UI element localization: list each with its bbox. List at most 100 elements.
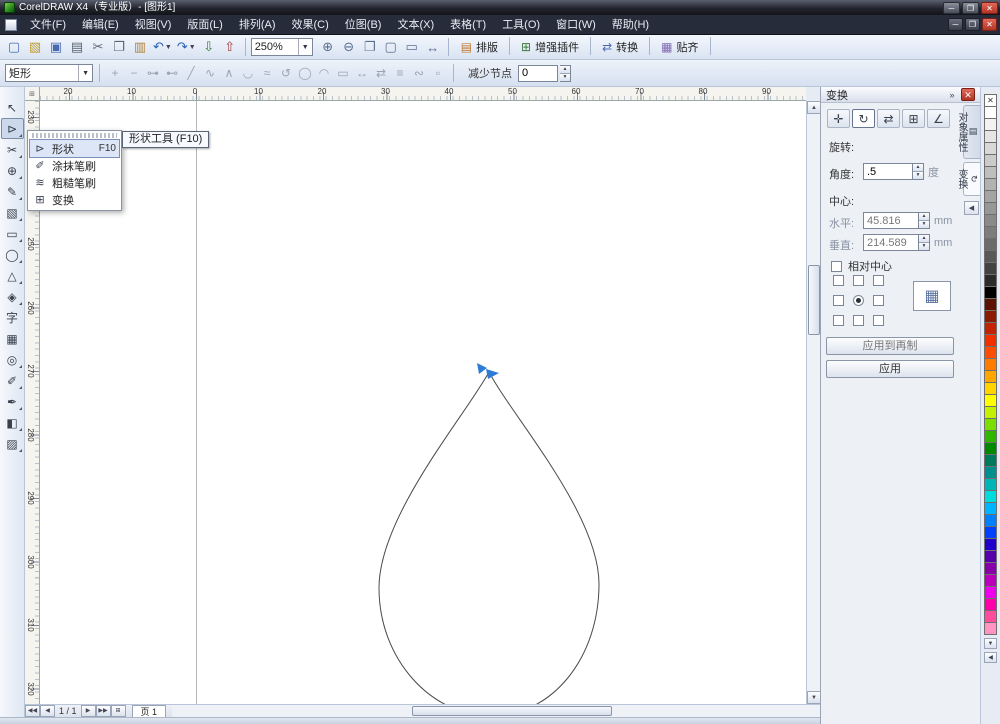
doc-close-button[interactable]: ✕: [982, 18, 997, 31]
zoom-selected-button[interactable]: ❐: [360, 37, 380, 57]
prev-page-button[interactable]: ◀: [40, 705, 55, 717]
print-button[interactable]: ▤: [67, 37, 87, 57]
shape-tool[interactable]: ⊳: [1, 118, 24, 139]
chevron-down-icon[interactable]: ▼: [165, 44, 172, 51]
transform-tab-position[interactable]: ✛: [827, 109, 850, 128]
menu-item-9[interactable]: 工具(O): [494, 15, 548, 35]
center-h-spinner[interactable]: ▲▼: [919, 212, 930, 229]
docker-side-tab-1[interactable]: ↻变换: [963, 162, 980, 196]
ellipse-tool[interactable]: ◯: [1, 244, 24, 265]
vertical-scrollbar[interactable]: ▲ ▼: [806, 101, 820, 704]
outline-tool[interactable]: ✒: [1, 391, 24, 412]
horizontal-scrollbar[interactable]: [172, 705, 820, 718]
close-button[interactable]: ✕: [981, 2, 998, 14]
apply-to-duplicate-button[interactable]: 应用到再制: [826, 337, 954, 355]
flyout-grip[interactable]: [32, 133, 117, 138]
zoom-level-combo[interactable]: 250% ▼: [251, 38, 313, 56]
menu-item-3[interactable]: 版面(L): [179, 15, 230, 35]
pick-tool[interactable]: ↖: [1, 97, 24, 118]
docker-side-tab-0[interactable]: ▤对象属性: [963, 105, 980, 159]
add-page-button[interactable]: ⊞: [111, 705, 126, 717]
first-page-button[interactable]: ◀◀: [25, 705, 40, 717]
anchor-top-right[interactable]: [873, 275, 884, 286]
scroll-up-icon[interactable]: ▲: [807, 101, 821, 114]
restore-button[interactable]: ❐: [962, 2, 979, 14]
flyout-item-2[interactable]: ≋粗糙笔刷: [30, 174, 119, 191]
palette-flyout-icon[interactable]: ◀: [984, 652, 997, 663]
interactive-blend-tool[interactable]: ◎: [1, 349, 24, 370]
chevron-down-icon[interactable]: ▼: [189, 44, 196, 51]
crop-tool[interactable]: ✂: [1, 139, 24, 160]
eyedropper-tool[interactable]: ✐: [1, 370, 24, 391]
page-tab[interactable]: 页 1: [132, 705, 167, 718]
rotate-nodes-button[interactable]: ⇄: [372, 64, 390, 82]
symmetrical-node-button[interactable]: ≈: [258, 64, 276, 82]
vertical-scroll-thumb[interactable]: [808, 265, 820, 335]
cut-button[interactable]: ✂: [88, 37, 108, 57]
extend-curve-button[interactable]: ▭: [334, 64, 352, 82]
reduce-nodes-spinner[interactable]: ▲▼: [560, 65, 571, 82]
transform-tab-skew[interactable]: ∠: [927, 109, 950, 128]
transform-tab-scale-mirror[interactable]: ⇄: [877, 109, 900, 128]
break-curve-button[interactable]: ⊷: [163, 64, 181, 82]
add-node-button[interactable]: +: [106, 64, 124, 82]
layout-button[interactable]: ▤排版: [454, 37, 505, 57]
join-nodes-button[interactable]: ⊶: [144, 64, 162, 82]
anchor-top-left[interactable]: [833, 275, 844, 286]
convert-button[interactable]: ⇄转换: [595, 37, 645, 57]
apply-button[interactable]: 应用: [826, 360, 954, 378]
transform-tab-size[interactable]: ⊞: [902, 109, 925, 128]
menu-item-0[interactable]: 文件(F): [22, 15, 74, 35]
menu-item-1[interactable]: 编辑(E): [74, 15, 127, 35]
palette-scroll-down-icon[interactable]: ▼: [984, 638, 997, 649]
export-button[interactable]: ⇧: [220, 37, 240, 57]
doc-restore-button[interactable]: ❐: [965, 18, 980, 31]
zoom-tool[interactable]: ⊕: [1, 160, 24, 181]
zoom-all-objects-button[interactable]: ▢: [381, 37, 401, 57]
anchor-right[interactable]: [873, 295, 884, 306]
anchor-left[interactable]: [833, 295, 844, 306]
snap-button[interactable]: ▦贴齐: [654, 37, 705, 57]
undo-button[interactable]: ↶▼: [151, 37, 174, 57]
select-all-nodes-button[interactable]: ▫: [429, 64, 447, 82]
anchor-top[interactable]: [853, 275, 864, 286]
convert-to-curve-button[interactable]: ∿: [201, 64, 219, 82]
last-page-button[interactable]: ▶▶: [96, 705, 111, 717]
anchor-grid-icon[interactable]: ▦: [913, 281, 951, 311]
docker-close-icon[interactable]: ✕: [961, 88, 975, 101]
zoom-width-button[interactable]: ↔: [423, 37, 443, 57]
plugins-button[interactable]: ⊞增强插件: [514, 37, 586, 57]
redo-button[interactable]: ↷▼: [175, 37, 198, 57]
polygon-tool[interactable]: △: [1, 265, 24, 286]
open-button[interactable]: ▧: [25, 37, 45, 57]
ruler-origin-button[interactable]: ⊞: [25, 87, 40, 101]
docker-collapse-icon[interactable]: ◀: [964, 201, 979, 215]
close-curve-button[interactable]: ◯: [296, 64, 314, 82]
fill-tool[interactable]: ◧: [1, 412, 24, 433]
zoom-in-button[interactable]: ⊕: [318, 37, 338, 57]
elastic-mode-button[interactable]: ∾: [410, 64, 428, 82]
horizontal-ruler[interactable]: 20100102030405060708090: [40, 87, 806, 101]
delete-node-button[interactable]: −: [125, 64, 143, 82]
zoom-page-button[interactable]: ▭: [402, 37, 422, 57]
import-button[interactable]: ⇩: [199, 37, 219, 57]
reverse-direction-button[interactable]: ↺: [277, 64, 295, 82]
rectangle-tool[interactable]: ▭: [1, 223, 24, 244]
angle-input[interactable]: [863, 163, 913, 180]
anchor-center[interactable]: [853, 295, 864, 306]
copy-button[interactable]: ❐: [109, 37, 129, 57]
extract-subpath-button[interactable]: ◠: [315, 64, 333, 82]
next-page-button[interactable]: ▶: [81, 705, 96, 717]
center-h-input[interactable]: [863, 212, 919, 229]
align-nodes-button[interactable]: ≡: [391, 64, 409, 82]
cusp-node-button[interactable]: ∧: [220, 64, 238, 82]
smart-fill-tool[interactable]: ▧: [1, 202, 24, 223]
relative-center-checkbox[interactable]: [831, 261, 842, 272]
anchor-bottom-left[interactable]: [833, 315, 844, 326]
menu-item-5[interactable]: 效果(C): [284, 15, 337, 35]
menu-item-2[interactable]: 视图(V): [127, 15, 180, 35]
menu-item-10[interactable]: 窗口(W): [548, 15, 604, 35]
doc-minimize-button[interactable]: ─: [948, 18, 963, 31]
table-tool[interactable]: ▦: [1, 328, 24, 349]
smooth-node-button[interactable]: ◡: [239, 64, 257, 82]
